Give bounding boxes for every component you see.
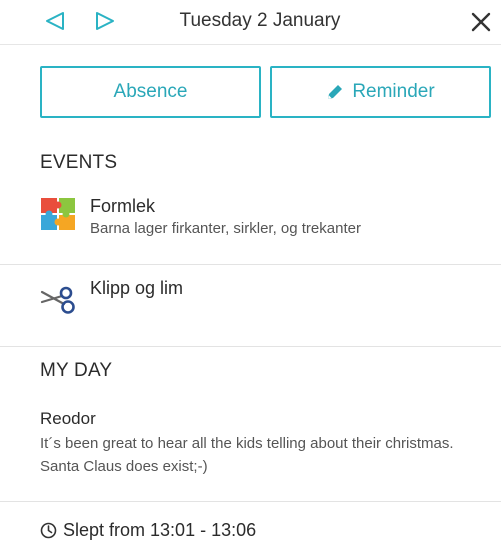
close-button[interactable] [467, 8, 495, 36]
divider [0, 501, 501, 502]
reminder-button[interactable]: Reminder [270, 66, 491, 118]
pencil-icon [328, 85, 343, 99]
date-title: Tuesday 2 January [179, 10, 341, 31]
divider [0, 346, 501, 347]
header-bar: Tuesday 2 January [0, 0, 501, 45]
next-day-button[interactable] [92, 8, 118, 34]
event-description: Barna lager firkanter, sirkler, og treka… [90, 220, 361, 237]
sleep-text: Slept from 13:01 - 13:06 [63, 520, 257, 540]
previous-day-button[interactable] [42, 8, 68, 34]
close-icon [471, 12, 491, 32]
reminder-label: Reminder [352, 81, 435, 102]
puzzle-icon [41, 198, 75, 230]
divider [0, 264, 501, 265]
events-heading: EVENTS [40, 152, 118, 173]
triangle-right-icon [96, 12, 114, 30]
event-title: Klipp og lim [90, 278, 184, 298]
absence-button[interactable]: Absence [40, 66, 261, 118]
my-day-heading: MY DAY [40, 360, 113, 381]
event-title: Formlek [90, 196, 156, 216]
triangle-left-icon [46, 12, 64, 30]
sleep-entry: Slept from 13:01 - 13:06 [40, 520, 256, 541]
absence-label: Absence [113, 81, 188, 102]
clock-icon [40, 522, 57, 539]
scissors-icon [40, 286, 75, 314]
note-text: It´s been great to hear all the kids tel… [40, 435, 454, 475]
note-author: Reodor [40, 409, 96, 428]
